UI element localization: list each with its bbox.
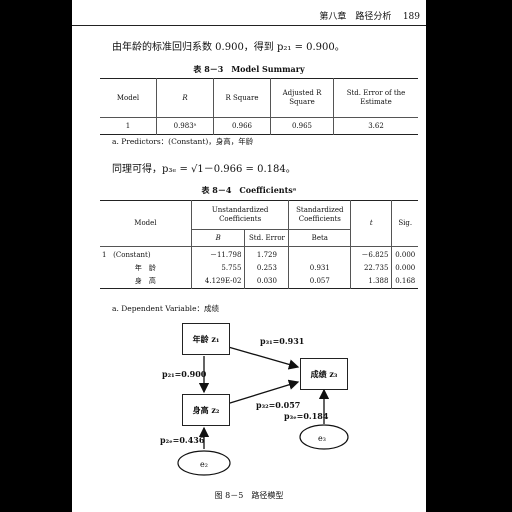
col-sig: Sig. (391, 200, 418, 247)
col-model: Model (100, 200, 192, 247)
col-beta: Beta (288, 229, 351, 247)
table-8-3-note: a. Predictors：(Constant)，身高，年龄 (112, 137, 254, 146)
node-height: 身高 z₂ (182, 394, 230, 426)
table-header-row: Model R R Square Adjusted R Square Std. … (100, 78, 418, 118)
cell-r: 0.983ᵃ (156, 117, 214, 135)
cell-model: 身 高 (100, 275, 192, 289)
cell-sig: 0.000 (391, 262, 418, 275)
cell-t: －6.825 (350, 246, 393, 262)
path-label-p2e: p₂ₑ=0.436 (160, 435, 205, 445)
table-row: 1 0.983ᵃ 0.966 0.965 3.62 (100, 117, 418, 135)
cell-beta: 0.057 (288, 275, 352, 289)
diagram-arrows (177, 339, 349, 476)
col-b: B (191, 229, 246, 247)
col-t: t (350, 200, 393, 247)
path-label-p32: p₃₂=0.057 (256, 400, 301, 410)
table-8-4-title: 表 8－4 Coefficientsᵃ (201, 185, 297, 195)
model-summary-table: Model R R Square Adjusted R Square Std. … (100, 78, 418, 135)
path-label-p3e: p₃ₑ=0.184 (284, 411, 329, 421)
cell-r-square: 0.966 (213, 117, 271, 135)
cell-se: 0.253 (244, 262, 290, 275)
figure-caption: 图 8－5 路径模型 (214, 491, 284, 500)
cell-sig: 0.168 (391, 275, 418, 289)
cell-b: 5.755 (190, 262, 246, 275)
cell-adjusted-r-square: 0.965 (270, 117, 334, 135)
path-label-p21: p₂₁=0.900 (162, 369, 207, 379)
path-diagram: 年龄 z₁ 身高 z₂ 成绩 z₃ e₂ e₃ p₃₁=0.931 p₂₁=0.… (72, 312, 426, 482)
book-page: 第八章 路径分析 189 由年龄的标准回归系数 0.900，得到 p₂₁ = 0… (72, 0, 426, 512)
node-score: 成绩 z₃ (300, 358, 348, 390)
col-adjusted-r-square: Adjusted R Square (270, 78, 334, 118)
col-r-square: R Square (213, 78, 271, 118)
e3-label: e₃ (318, 434, 326, 443)
cell-se: 0.030 (244, 275, 290, 289)
paragraph-1: 由年龄的标准回归系数 0.900，得到 p₂₁ = 0.900。 (112, 42, 345, 53)
cell-std-error: 3.62 (333, 117, 418, 135)
cell-t: 22.735 (350, 262, 393, 275)
e2-label: e₂ (200, 460, 208, 469)
node-age: 年龄 z₁ (182, 323, 230, 355)
cell-model: 1 (100, 117, 157, 135)
paragraph-2: 同理可得，p₃ₑ = √1－0.966 = 0.184。 (112, 164, 296, 175)
table-8-3-title: 表 8－3 Model Summary (193, 64, 305, 74)
col-std-error: Std. Error of the Estimate (333, 78, 418, 118)
table-header-row: Model Unstandardized Coefficients Standa… (100, 200, 418, 247)
table-row: 年 龄 5.755 0.253 0.931 22.735 0.000 (100, 262, 418, 275)
chapter-title: 第八章 路径分析 (319, 12, 392, 22)
cell-model: 年 龄 (100, 262, 192, 275)
table-row: 1 (Constant) －11.798 1.729 －6.825 0.000 (100, 246, 418, 262)
col-std-error: Std. Error (244, 229, 290, 247)
path-label-p31: p₃₁=0.931 (260, 336, 305, 346)
coefficients-table: Model Unstandardized Coefficients Standa… (100, 200, 418, 289)
cell-beta: 0.931 (288, 262, 352, 275)
cell-b: －11.798 (190, 246, 246, 262)
table-row: 身 高 4.129E-02 0.030 0.057 1.388 0.168 (100, 275, 418, 289)
cell-beta (288, 246, 352, 262)
cell-sig: 0.000 (391, 246, 418, 262)
col-r: R (156, 78, 214, 118)
col-model: Model (100, 78, 157, 118)
col-standardized: Standardized Coefficients (288, 200, 352, 230)
cell-model: 1 (Constant) (100, 246, 192, 262)
cell-t: 1.388 (350, 275, 393, 289)
header-rule (72, 25, 426, 26)
page-number: 189 (402, 12, 420, 22)
cell-b: 4.129E-02 (190, 275, 246, 289)
running-header: 第八章 路径分析 189 (72, 9, 426, 23)
col-unstandardized: Unstandardized Coefficients (190, 200, 290, 230)
cell-se: 1.729 (244, 246, 290, 262)
